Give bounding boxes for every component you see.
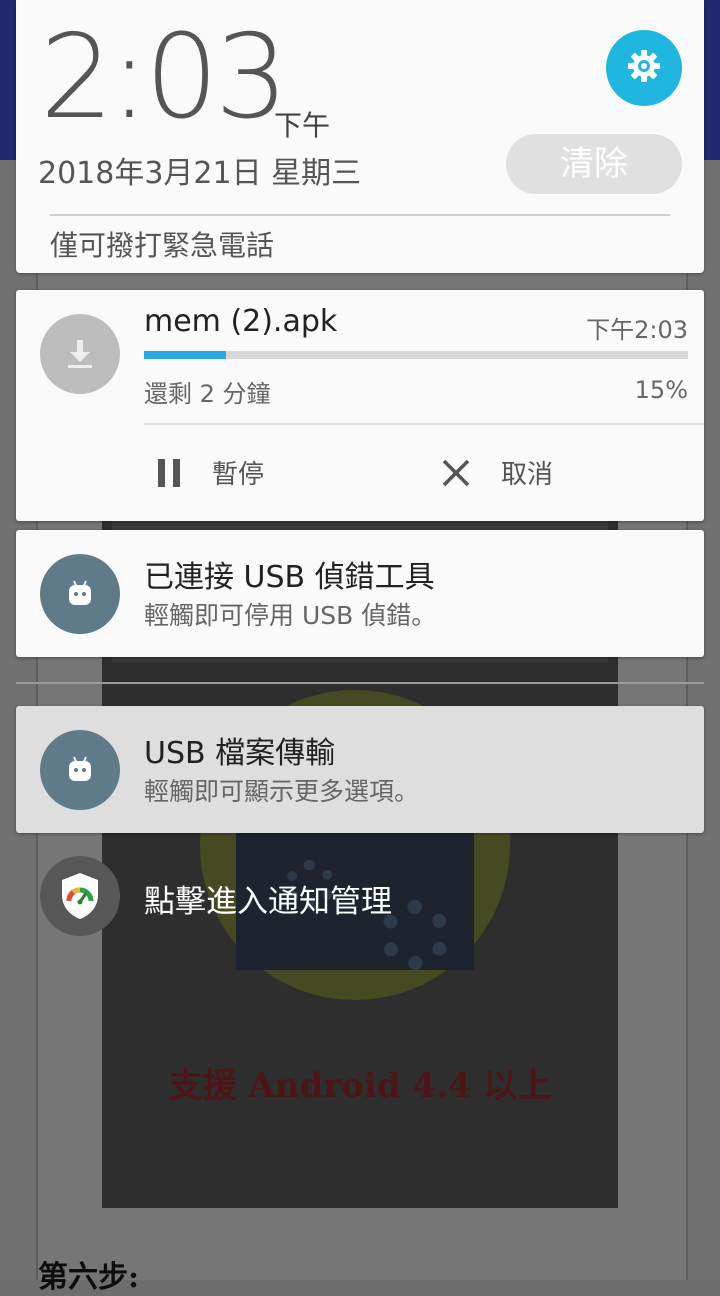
cancel-label: 取消 [501,460,554,490]
download-actions-divider [144,423,704,425]
background-support-banner: 支援 Android 4.4 以上 [168,1066,552,1106]
download-percent: 15% [634,376,688,404]
android-icon [40,554,120,634]
shield-gauge-icon [40,856,120,936]
background-step-heading: 第六步: [38,1260,140,1295]
close-icon [441,458,471,488]
download-progress-bar [144,351,688,359]
download-time: 下午2:03 [586,316,688,344]
gear-icon [624,46,664,90]
download-icon [40,314,120,394]
download-progress-fill [144,351,226,359]
settings-button[interactable] [606,30,682,106]
date-text: 2018年3月21日 星期三 [38,156,362,191]
usb-transfer-notification[interactable]: USB 檔案傳輸 輕觸即可顯示更多選項。 [16,706,704,833]
notification-section-divider [16,682,704,684]
shade-header: 2:03 下午 2018年3月21日 星期三 清除 僅可撥打緊急電話 [16,0,704,273]
clock-ampm: 下午 [274,109,331,142]
cancel-button[interactable]: 取消 [441,454,553,491]
android-icon [40,730,120,810]
download-notification[interactable]: mem (2).apk 下午2:03 還剩 2 分鐘 15% 暫停 取消 [16,290,704,521]
notification-manager-entry[interactable]: 點擊進入通知管理 [16,846,704,946]
header-divider [50,214,670,216]
download-filename: mem (2).apk [144,304,338,339]
usb-transfer-text: 輕觸即可顯示更多選項。 [144,777,420,806]
pause-button[interactable]: 暫停 [156,454,264,491]
usb-transfer-title: USB 檔案傳輸 [144,736,336,771]
emergency-calls-only: 僅可撥打緊急電話 [50,229,275,262]
clear-all-button[interactable]: 清除 [506,134,682,194]
usb-debug-notification[interactable]: 已連接 USB 偵錯工具 輕觸即可停用 USB 偵錯。 [16,530,704,657]
pause-icon [156,458,182,488]
pause-label: 暫停 [212,460,265,490]
notification-manager-label: 點擊進入通知管理 [144,884,392,920]
usb-debug-title: 已連接 USB 偵錯工具 [144,560,435,595]
clock-time: 2:03 [40,10,288,145]
usb-debug-text: 輕觸即可停用 USB 偵錯。 [144,601,437,630]
download-remaining: 還剩 2 分鐘 [144,380,271,408]
